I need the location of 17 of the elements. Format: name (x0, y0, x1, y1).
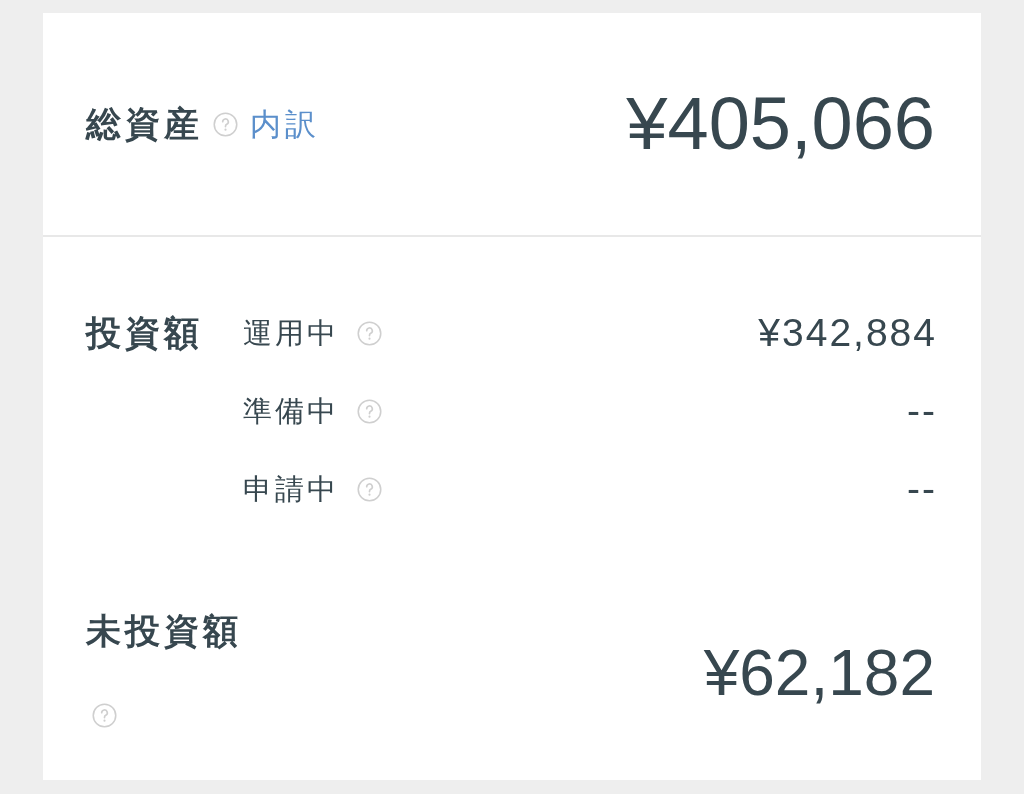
invested-label: 投資額 (86, 312, 203, 354)
total-assets-label: 総資産 (86, 103, 203, 145)
help-icon[interactable] (357, 476, 382, 502)
status-label: 申請中 (243, 471, 339, 508)
amount-value: -- (907, 389, 937, 433)
status-label: 運用中 (243, 315, 339, 352)
uninvested-amount: ¥62,182 (703, 636, 935, 709)
amount-value: -- (907, 467, 937, 511)
breakdown-link[interactable]: 内訳 (250, 104, 320, 144)
help-icon[interactable] (92, 703, 117, 728)
amount-value: ¥342,884 (758, 311, 937, 355)
help-icon[interactable] (357, 320, 382, 346)
help-icon[interactable] (213, 111, 238, 137)
total-assets-amount: ¥405,066 (626, 82, 935, 166)
help-icon[interactable] (357, 398, 382, 424)
uninvested-label: 未投資額 (86, 610, 242, 652)
status-label: 準備中 (243, 393, 339, 430)
